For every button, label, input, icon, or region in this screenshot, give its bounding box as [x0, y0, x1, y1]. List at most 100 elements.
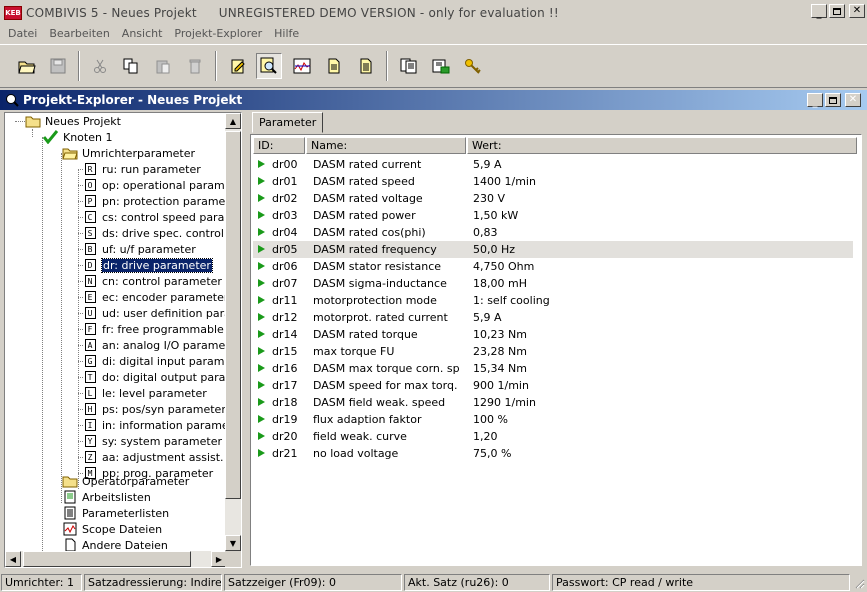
table-row[interactable]: dr14 DASM rated torque 10,23 Nm: [253, 326, 853, 343]
menu-bearbeiten[interactable]: Bearbeiten: [43, 27, 115, 40]
paste-button[interactable]: [150, 53, 176, 79]
param-value: 5,9 A: [473, 311, 502, 324]
table-row[interactable]: dr15 max torque FU 23,28 Nm: [253, 343, 853, 360]
tree-param-group[interactable]: Ffr: free programmable para: [78, 321, 241, 337]
copy-button[interactable]: [118, 53, 144, 79]
tree-param-group[interactable]: Eec: encoder parameter: [78, 289, 228, 305]
menu-ansicht[interactable]: Ansicht: [116, 27, 169, 40]
table-row[interactable]: dr05 DASM rated frequency 50,0 Hz: [253, 241, 853, 258]
tree-scope-dateien[interactable]: Scope Dateien: [62, 521, 162, 537]
parameter-list-icon: [62, 506, 78, 520]
column-header-value[interactable]: Wert:: [467, 137, 857, 154]
tree-param-group[interactable]: Ppn: protection parameter: [78, 193, 241, 209]
tree-param-group[interactable]: Tdo: digital output paramete: [78, 369, 241, 385]
tree-node-knoten[interactable]: Knoten 1: [43, 129, 112, 145]
tree-parameterlisten[interactable]: Parameterlisten: [62, 505, 169, 521]
tree-hscroll-thumb[interactable]: [23, 551, 191, 567]
parameter-list[interactable]: ID: Name: Wert: dr00 DASM rated current 5,…: [250, 134, 862, 566]
open-button[interactable]: [14, 53, 40, 79]
child-maximize-button[interactable]: [825, 93, 841, 107]
group-letter: D: [84, 259, 96, 271]
child-minimize-button[interactable]: _: [807, 93, 823, 108]
tab-parameter[interactable]: Parameter: [252, 112, 324, 133]
table-row[interactable]: dr17 DASM speed for max torq. 900 1/min: [253, 377, 853, 394]
close-button[interactable]: ✕: [849, 4, 865, 18]
tree-vertical-scrollbar[interactable]: ▲ ▼: [225, 113, 241, 551]
menu-projekt-explorer[interactable]: Projekt-Explorer: [168, 27, 268, 40]
column-header-id[interactable]: ID:: [253, 137, 305, 154]
tree-param-group[interactable]: Ysy: system parameter: [78, 433, 222, 449]
param-id: dr05: [272, 243, 298, 256]
scope-button[interactable]: [289, 53, 315, 79]
group-letter: C: [84, 211, 96, 223]
param-value: 15,34 Nm: [473, 362, 527, 375]
tree-param-group[interactable]: Aan: analog I/O parameter: [78, 337, 241, 353]
tree-andere-label: Andere Dateien: [82, 538, 168, 552]
tree-arbeitslisten[interactable]: Arbeitslisten: [62, 489, 151, 505]
table-row[interactable]: dr07 DASM sigma-inductance 18,00 mH: [253, 275, 853, 292]
edit-parameter-button[interactable]: [225, 53, 251, 79]
tree-operatorparameter[interactable]: Operatorparameter: [62, 473, 189, 489]
tree-param-group[interactable]: Oop: operational parameter: [78, 177, 241, 193]
tree-param-group[interactable]: Hps: pos/syn parameter: [78, 401, 226, 417]
param-name: DASM speed for max torq.: [313, 379, 458, 392]
tree-param-group[interactable]: Lle: level parameter: [78, 385, 207, 401]
tree-param-group[interactable]: Sds: drive spec. control par: [78, 225, 241, 241]
param-name: DASM rated voltage: [313, 192, 423, 205]
param-value: 230 V: [473, 192, 506, 205]
password-button[interactable]: [460, 53, 486, 79]
tree-param-group[interactable]: Iin: information parameter: [78, 417, 241, 433]
child-close-button[interactable]: ✕: [845, 93, 861, 107]
table-row[interactable]: dr06 DASM stator resistance 4,750 Ohm: [253, 258, 853, 275]
cut-button[interactable]: [87, 53, 113, 79]
group-letter: G: [84, 355, 96, 367]
save-button[interactable]: [45, 53, 71, 79]
tree-param-group[interactable]: Zaa: adjustment assist. para: [78, 449, 241, 465]
transfer-button[interactable]: [428, 53, 454, 79]
param-id: dr07: [272, 277, 298, 290]
param-value: 18,00 mH: [473, 277, 527, 290]
column-header-name[interactable]: Name:: [306, 137, 466, 154]
tree-param-group[interactable]: Gdi: digital input parameter: [78, 353, 241, 369]
delete-button[interactable]: [182, 53, 208, 79]
tree-param-group[interactable]: Rru: run parameter: [78, 161, 201, 177]
parameter-list-button[interactable]: [396, 53, 422, 79]
table-row[interactable]: dr11 motorprotection mode 1: self cooling: [253, 292, 853, 309]
table-row[interactable]: dr16 DASM max torque corn. sp 15,34 Nm: [253, 360, 853, 377]
menu-datei[interactable]: Datei: [2, 27, 43, 40]
document-list-button[interactable]: [353, 53, 379, 79]
param-name: field weak. curve: [313, 430, 407, 443]
tree-root[interactable]: Neues Projekt: [25, 113, 121, 129]
scroll-left-button[interactable]: ◀: [5, 551, 21, 567]
document-button[interactable]: [321, 53, 347, 79]
tree-param-group[interactable]: Ccs: control speed paramet: [78, 209, 241, 225]
tree-scroll-thumb[interactable]: [225, 131, 241, 499]
table-row[interactable]: dr04 DASM rated cos(phi) 0,83: [253, 224, 853, 241]
table-row[interactable]: dr02 DASM rated voltage 230 V: [253, 190, 853, 207]
minimize-button[interactable]: _: [811, 4, 827, 19]
view-parameter-button[interactable]: [256, 53, 282, 79]
scroll-up-button[interactable]: ▲: [225, 113, 241, 129]
tree-horizontal-scrollbar[interactable]: ◀ ▶: [5, 551, 227, 567]
table-row[interactable]: dr19 flux adaption faktor 100 %: [253, 411, 853, 428]
tree-group-umrichterparameter[interactable]: Umrichterparameter: [62, 145, 195, 161]
scroll-down-button[interactable]: ▼: [225, 535, 241, 551]
table-row[interactable]: dr03 DASM rated power 1,50 kW: [253, 207, 853, 224]
table-row[interactable]: dr12 motorprot. rated current 5,9 A: [253, 309, 853, 326]
tree-param-group[interactable]: Ddr: drive parameter: [78, 257, 213, 273]
menu-hilfe[interactable]: Hilfe: [268, 27, 305, 40]
table-row[interactable]: dr18 DASM field weak. speed 1290 1/min: [253, 394, 853, 411]
resize-grip-icon[interactable]: [853, 577, 865, 589]
tree-param-group[interactable]: Ncn: control parameter: [78, 273, 222, 289]
table-row[interactable]: dr01 DASM rated speed 1400 1/min: [253, 173, 853, 190]
tree-param-group[interactable]: Buf: u/f parameter: [78, 241, 196, 257]
table-row[interactable]: dr21 no load voltage 75,0 %: [253, 445, 853, 462]
project-tree[interactable]: Neues Projekt Knoten 1 Umrichterparamete…: [4, 112, 242, 568]
maximize-button[interactable]: [829, 4, 845, 18]
table-row[interactable]: dr00 DASM rated current 5,9 A: [253, 156, 853, 173]
group-letter: U: [84, 307, 96, 319]
param-value: 10,23 Nm: [473, 328, 527, 341]
group-letter: E: [84, 291, 96, 303]
tree-param-group[interactable]: Uud: user definition para.: [78, 305, 234, 321]
table-row[interactable]: dr20 field weak. curve 1,20: [253, 428, 853, 445]
